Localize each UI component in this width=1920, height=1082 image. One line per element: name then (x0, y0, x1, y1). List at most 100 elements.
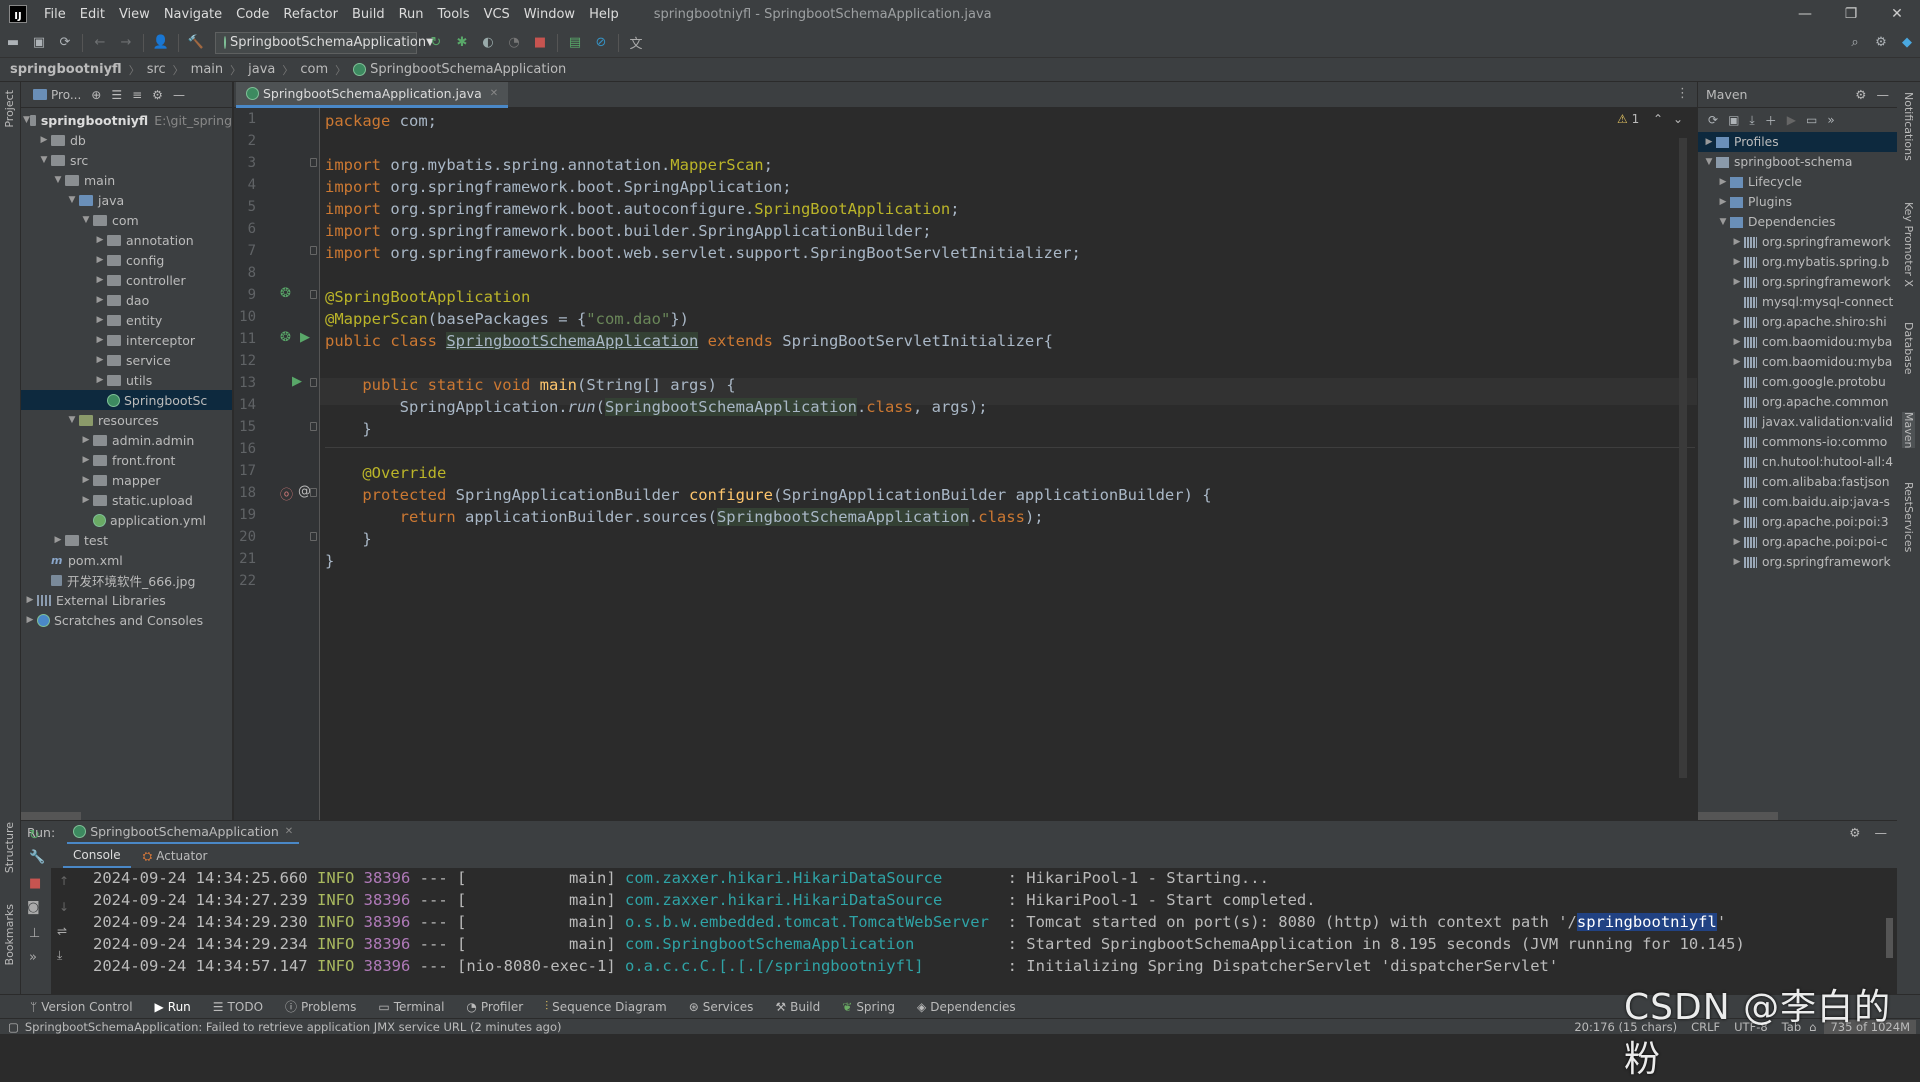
tree-item-dao[interactable]: ▶ dao (21, 290, 232, 310)
close-icon[interactable]: ✕ (1874, 0, 1920, 28)
maven-item[interactable]: javax.validation:valid (1698, 412, 1897, 432)
tab-console[interactable]: Console (63, 844, 131, 868)
tree-item--666-jpg[interactable]: 开发环境软件_666.jpg (21, 570, 232, 590)
maven-item[interactable]: commons-io:commo (1698, 432, 1897, 452)
database-tool-tab[interactable]: Database (1902, 322, 1915, 375)
tree-item-annotation[interactable]: ▶ annotation (21, 230, 232, 250)
breadcrumb-com[interactable]: com (300, 62, 328, 77)
chevron-down-icon[interactable]: ▼ (1716, 217, 1730, 227)
run-gutter-icon[interactable]: ▶ (300, 330, 310, 345)
maven-item[interactable]: ▶ org.mybatis.spring.b (1698, 252, 1897, 272)
tree-item-application-yml[interactable]: application.yml (21, 510, 232, 530)
override-icon[interactable]: ⓞ (280, 484, 293, 503)
maven-tool-tab[interactable]: Maven (1902, 412, 1915, 449)
maven-item[interactable]: ▶ org.springframework (1698, 552, 1897, 572)
up-arrow-icon[interactable]: ↑ (59, 874, 69, 888)
chevron-right-icon[interactable]: ▶ (1730, 517, 1744, 527)
tree-item-pom-xml[interactable]: m pom.xml (21, 550, 232, 570)
stop-icon[interactable]: ■ (527, 32, 553, 54)
maven-item[interactable]: ▶ Lifecycle (1698, 172, 1897, 192)
project-tool-tab[interactable]: Project (3, 90, 16, 128)
menu-tools[interactable]: Tools (431, 7, 477, 22)
close-icon[interactable]: ✕ (285, 826, 293, 837)
chevron-right-icon[interactable]: ▶ (1730, 557, 1744, 567)
chevron-right-icon[interactable]: ▶ (93, 335, 107, 345)
camera-icon[interactable]: ◙ (27, 900, 40, 915)
tab-springboot-schema-application[interactable]: SpringbootSchemaApplication.java ✕ (236, 82, 509, 108)
tree-item-config[interactable]: ▶ config (21, 250, 232, 270)
vertical-scrollbar[interactable] (1886, 918, 1893, 958)
key-promoter-tool-tab[interactable]: Key Promoter X (1902, 202, 1915, 287)
vertical-scrollbar[interactable] (1679, 138, 1687, 778)
fold-marker-icon[interactable] (310, 246, 317, 255)
tool-spring[interactable]: ❦ Spring (842, 1000, 895, 1014)
chevron-right-icon[interactable]: ▶ (1716, 177, 1730, 187)
chevron-right-icon[interactable]: ▶ (1730, 337, 1744, 347)
inspection-widget[interactable]: ⚠ 1 ⌃ ⌄ (1617, 112, 1683, 126)
maven-item[interactable]: ▼ springboot-schema (1698, 152, 1897, 172)
scroll-to-end-icon[interactable]: ⤓ (57, 948, 62, 963)
maven-item[interactable]: ▶ Plugins (1698, 192, 1897, 212)
translate-icon[interactable]: 文 (623, 32, 649, 54)
stop-icon[interactable]: ■ (29, 876, 41, 891)
collapse-all-icon[interactable]: ≡ (132, 88, 142, 102)
wrench-icon[interactable]: 🔧 (29, 850, 45, 865)
tree-item-static-upload[interactable]: ▶ static.upload (21, 490, 232, 510)
menu-vcs[interactable]: VCS (477, 7, 517, 22)
plus-icon[interactable]: ＋ (1765, 112, 1777, 129)
gear-icon[interactable]: ⚙ (1855, 87, 1866, 102)
rerun-icon[interactable]: ↻ (29, 828, 40, 843)
chevron-right-icon[interactable]: ▶ (93, 235, 107, 245)
reload-icon[interactable]: ⟳ (1708, 113, 1718, 127)
chevron-down-icon[interactable]: ⌄ (1673, 112, 1683, 126)
user-icon[interactable]: 👤 (148, 32, 174, 54)
locate-icon[interactable]: ⊕ (91, 88, 101, 102)
chevron-right-icon[interactable]: ▶ (23, 615, 37, 625)
minimize-icon[interactable]: — (1782, 0, 1828, 28)
hide-icon[interactable]: — (1877, 87, 1890, 102)
maven-item[interactable]: ▶ com.baomidou:myba (1698, 332, 1897, 352)
fold-marker-icon[interactable] (310, 290, 317, 299)
maven-item[interactable]: ▶ org.springframework (1698, 272, 1897, 292)
down-arrow-icon[interactable]: ↓ (59, 900, 69, 914)
gear-icon[interactable]: ⚙ (1849, 825, 1860, 840)
maven-item[interactable]: com.alibaba:fastjson (1698, 472, 1897, 492)
tool-todo[interactable]: ☰ TODO (213, 1000, 263, 1014)
chevron-down-icon[interactable]: ▼ (51, 175, 65, 185)
disable-icon[interactable]: ⊘ (588, 32, 614, 54)
tree-item-service[interactable]: ▶ service (21, 350, 232, 370)
tree-root[interactable]: ▼ springbootniyfl E:\git_spring (21, 110, 232, 130)
fold-marker-icon[interactable] (310, 488, 317, 497)
maven-item[interactable]: ▶ org.apache.poi:poi:3 (1698, 512, 1897, 532)
tool-build[interactable]: ⚒ Build (775, 1000, 820, 1014)
soft-wrap-icon[interactable]: ⇌ (57, 924, 67, 938)
gear-icon[interactable]: ⚙ (152, 88, 163, 102)
rerun-icon[interactable]: ↻ (423, 32, 449, 54)
restservices-tool-tab[interactable]: RestServices (1902, 482, 1915, 552)
settings-icon[interactable]: ⚙ (1868, 32, 1894, 54)
tree-item-interceptor[interactable]: ▶ interceptor (21, 330, 232, 350)
chevron-right-icon[interactable]: ▶ (1730, 357, 1744, 367)
breadcrumb-src[interactable]: src (147, 62, 166, 77)
chevron-right-icon[interactable]: ▶ (1730, 257, 1744, 267)
pin-icon[interactable]: ⊥ (29, 926, 40, 941)
open-folder-icon[interactable]: ▬ (0, 32, 26, 54)
tree-item-utils[interactable]: ▶ utils (21, 370, 232, 390)
chevron-right-icon[interactable]: ▶ (1702, 137, 1716, 147)
maven-item[interactable]: ▶ org.apache.poi:poi-c (1698, 532, 1897, 552)
maven-item[interactable]: ▶ com.baomidou:myba (1698, 352, 1897, 372)
chevron-right-icon[interactable]: ▶ (1730, 317, 1744, 327)
download-icon[interactable]: ⤓ (1749, 113, 1754, 128)
sync-icon[interactable]: ⟳ (52, 32, 78, 54)
breadcrumb-java[interactable]: java (248, 62, 275, 77)
maven-item[interactable]: ▶ com.baidu.aip:java-s (1698, 492, 1897, 512)
chevron-right-icon[interactable]: ▶ (93, 295, 107, 305)
spring-bean-icon[interactable]: ❂ (280, 330, 291, 345)
tree-item-db[interactable]: ▶ db (21, 130, 232, 150)
maven-item[interactable]: ▶ org.springframework (1698, 232, 1897, 252)
chevron-right-icon[interactable]: ▶ (93, 275, 107, 285)
chevron-down-icon[interactable]: ▼ (79, 215, 93, 225)
tool-run[interactable]: ▶ Run (155, 1000, 191, 1014)
tree-item-src[interactable]: ▼ src (21, 150, 232, 170)
horizontal-scrollbar[interactable] (21, 812, 81, 820)
